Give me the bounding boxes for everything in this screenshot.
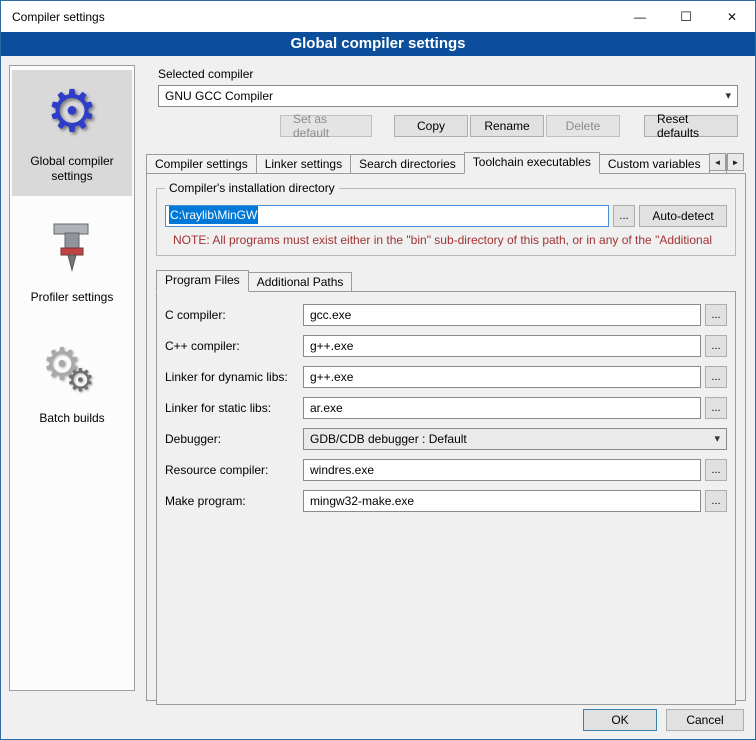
dialog-footer: OK Cancel	[583, 709, 744, 731]
installation-directory-note: NOTE: All programs must exist either in …	[173, 233, 727, 247]
minimize-button[interactable]: —	[617, 1, 663, 32]
reset-defaults-button[interactable]: Reset defaults	[644, 115, 738, 137]
dynamic-linker-input[interactable]: g++.exe	[303, 366, 701, 388]
make-program-row: Make program: mingw32-make.exe ...	[165, 490, 727, 512]
tab-scroll-left-icon[interactable]: ◄	[709, 153, 726, 171]
compiler-action-buttons: Set as default Copy Rename Delete Reset …	[158, 115, 738, 137]
selected-compiler-dropdown[interactable]: GNU GCC Compiler ▾	[158, 85, 738, 107]
titlebar: Compiler settings — ☐ ✕	[1, 1, 755, 32]
dialog-header-title: Global compiler settings	[1, 32, 755, 56]
dynamic-linker-browse-button[interactable]: ...	[705, 366, 727, 388]
static-linker-browse-button[interactable]: ...	[705, 397, 727, 419]
resource-compiler-row: Resource compiler: windres.exe ...	[165, 459, 727, 481]
ok-button[interactable]: OK	[583, 709, 657, 731]
c-compiler-row: C compiler: gcc.exe ...	[165, 304, 727, 326]
main-content: Selected compiler GNU GCC Compiler ▾ Set…	[146, 59, 746, 701]
c-compiler-browse-button[interactable]: ...	[705, 304, 727, 326]
tab-custom-variables[interactable]: Custom variables	[599, 154, 710, 173]
close-button[interactable]: ✕	[709, 1, 755, 32]
dynamic-linker-label: Linker for dynamic libs:	[165, 370, 303, 384]
compiler-settings-window: Compiler settings — ☐ ✕ Global compiler …	[0, 0, 756, 740]
dynamic-linker-row: Linker for dynamic libs: g++.exe ...	[165, 366, 727, 388]
subtab-program-files[interactable]: Program Files	[156, 270, 249, 292]
make-program-input[interactable]: mingw32-make.exe	[303, 490, 701, 512]
copy-button[interactable]: Copy	[394, 115, 468, 137]
resource-compiler-value: windres.exe	[310, 463, 374, 477]
installation-directory-groupbox: Compiler's installation directory C:\ray…	[156, 188, 736, 256]
installation-directory-value: C:\raylib\MinGW	[169, 206, 258, 224]
static-linker-value: ar.exe	[310, 401, 343, 415]
c-compiler-value: gcc.exe	[310, 308, 351, 322]
sidebar-item-label: Batch builds	[39, 411, 104, 426]
debugger-row: Debugger: GDB/CDB debugger : Default ▾	[165, 428, 727, 450]
toolchain-executables-panel: Compiler's installation directory C:\ray…	[146, 173, 746, 701]
settings-tabstrip: Compiler settings Linker settings Search…	[146, 151, 746, 173]
make-program-value: mingw32-make.exe	[310, 494, 414, 508]
installation-directory-browse-button[interactable]: ...	[613, 205, 635, 227]
sidebar-item-batch-builds[interactable]: ⚙ ⚙ Batch builds	[12, 327, 132, 438]
installation-directory-row: C:\raylib\MinGW ... Auto-detect	[165, 205, 727, 227]
resource-compiler-input[interactable]: windres.exe	[303, 459, 701, 481]
cpp-compiler-label: C++ compiler:	[165, 339, 303, 353]
cpp-compiler-value: g++.exe	[310, 339, 353, 353]
chevron-down-icon: ▾	[725, 89, 731, 102]
static-linker-label: Linker for static libs:	[165, 401, 303, 415]
tab-toolchain-executables[interactable]: Toolchain executables	[464, 152, 600, 174]
window-title: Compiler settings	[1, 10, 617, 24]
resource-compiler-label: Resource compiler:	[165, 463, 303, 477]
static-linker-input[interactable]: ar.exe	[303, 397, 701, 419]
profiler-tool-icon	[40, 216, 104, 280]
set-as-default-button[interactable]: Set as default	[280, 115, 372, 137]
cpp-compiler-input[interactable]: g++.exe	[303, 335, 701, 357]
program-files-panel: C compiler: gcc.exe ... C++ compiler: g+…	[156, 291, 736, 705]
c-compiler-label: C compiler:	[165, 308, 303, 322]
maximize-button[interactable]: ☐	[663, 1, 709, 32]
caption-buttons: — ☐ ✕	[617, 1, 755, 32]
rename-button[interactable]: Rename	[470, 115, 544, 137]
tab-linker-settings[interactable]: Linker settings	[256, 154, 351, 173]
sidebar-item-global-compiler-settings[interactable]: ⚙ Global compiler settings	[12, 70, 132, 196]
selected-compiler-label: Selected compiler	[158, 67, 746, 81]
tab-search-directories[interactable]: Search directories	[350, 154, 465, 173]
installation-directory-input[interactable]: C:\raylib\MinGW	[165, 205, 609, 227]
c-compiler-input[interactable]: gcc.exe	[303, 304, 701, 326]
static-linker-row: Linker for static libs: ar.exe ...	[165, 397, 727, 419]
make-program-label: Make program:	[165, 494, 303, 508]
batch-builds-gears-icon: ⚙ ⚙	[40, 337, 104, 401]
debugger-label: Debugger:	[165, 432, 303, 446]
global-compiler-gear-icon: ⚙	[40, 80, 104, 144]
tab-scroll-buttons: ◄ ►	[708, 153, 744, 171]
tab-scroll-right-icon[interactable]: ►	[727, 153, 744, 171]
chevron-down-icon: ▾	[714, 432, 720, 445]
sidebar-item-profiler-settings[interactable]: Profiler settings	[12, 206, 132, 317]
sidebar-item-label: Profiler settings	[31, 290, 114, 305]
auto-detect-button[interactable]: Auto-detect	[639, 205, 727, 227]
selected-compiler-value: GNU GCC Compiler	[165, 89, 273, 103]
settings-sidebar: ⚙ Global compiler settings Profiler sett…	[9, 65, 135, 691]
debugger-dropdown[interactable]: GDB/CDB debugger : Default ▾	[303, 428, 727, 450]
subtab-additional-paths[interactable]: Additional Paths	[248, 272, 353, 291]
cpp-compiler-row: C++ compiler: g++.exe ...	[165, 335, 727, 357]
cpp-compiler-browse-button[interactable]: ...	[705, 335, 727, 357]
debugger-value: GDB/CDB debugger : Default	[310, 432, 467, 446]
tab-compiler-settings[interactable]: Compiler settings	[146, 154, 257, 173]
installation-directory-label: Compiler's installation directory	[165, 181, 339, 195]
delete-button[interactable]: Delete	[546, 115, 620, 137]
make-program-browse-button[interactable]: ...	[705, 490, 727, 512]
dynamic-linker-value: g++.exe	[310, 370, 353, 384]
program-files-tabstrip: Program Files Additional Paths	[156, 270, 736, 291]
resource-compiler-browse-button[interactable]: ...	[705, 459, 727, 481]
sidebar-item-label: Global compiler settings	[14, 154, 130, 184]
cancel-button[interactable]: Cancel	[666, 709, 744, 731]
